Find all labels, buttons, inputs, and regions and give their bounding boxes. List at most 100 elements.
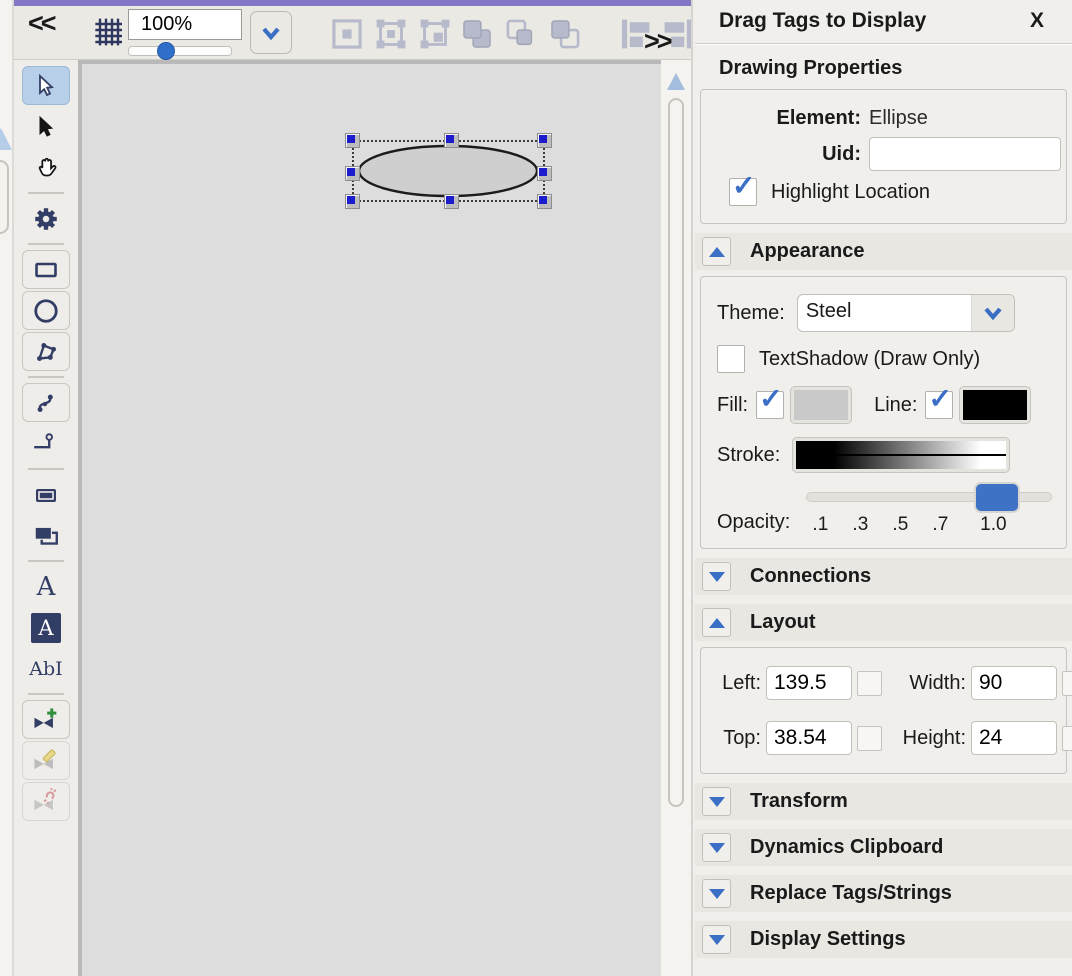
selected-ellipse[interactable] (352, 140, 545, 202)
opacity-tick: .5 (885, 514, 915, 536)
theme-select[interactable]: Steel (797, 294, 1015, 332)
textshadow-checkbox[interactable] (717, 345, 745, 373)
chevron-down-icon (709, 572, 725, 582)
drawing-canvas[interactable] (78, 60, 661, 976)
uid-field[interactable] (869, 137, 1061, 171)
panel-divider (695, 43, 1072, 45)
section-connections[interactable]: Connections (695, 558, 1072, 595)
element-value: Ellipse (869, 107, 928, 130)
resize-handle-top-right[interactable] (537, 133, 552, 148)
left-lock-box[interactable] (857, 671, 882, 696)
tool-palette: A A AbI (14, 60, 78, 976)
group-icon[interactable] (330, 17, 364, 51)
zoom-input[interactable] (128, 9, 242, 40)
tool-pointer[interactable] (22, 107, 70, 146)
height-field[interactable] (971, 721, 1057, 755)
close-icon[interactable]: X (1030, 9, 1044, 33)
collapse-button[interactable] (702, 562, 731, 591)
tool-settings[interactable] (22, 199, 70, 238)
top-lock-box[interactable] (857, 726, 882, 751)
fill-label: Fill: (717, 394, 748, 417)
checkmark-icon: ✓ (759, 385, 782, 413)
line-checkbox[interactable]: ✓ (925, 391, 953, 419)
checkmark-icon: ✓ (928, 385, 951, 413)
collapse-button[interactable] (702, 787, 731, 816)
uid-label: Uid: (709, 143, 869, 166)
line-color-swatch[interactable] (959, 386, 1031, 424)
tool-edit-symbol[interactable] (22, 741, 70, 780)
opacity-tick: .1 (805, 514, 835, 536)
bring-to-front-icon[interactable] (460, 17, 494, 51)
panel-header: Drag Tags to Display X (695, 0, 1072, 37)
width-lock-box[interactable] (1062, 671, 1072, 696)
chevron-up-icon (709, 247, 725, 257)
stroke-style-button[interactable] (792, 437, 1010, 473)
collapse-button[interactable] (702, 237, 731, 266)
top-field[interactable] (766, 721, 852, 755)
opacity-handle[interactable] (974, 482, 1020, 513)
scroll-thumb[interactable] (668, 98, 684, 807)
collapse-button[interactable] (702, 833, 731, 862)
tool-divider (28, 693, 64, 695)
section-display-settings[interactable]: Display Settings (695, 921, 1072, 958)
opacity-slider[interactable]: .1 .3 .5 .7 1.0 (806, 486, 1056, 536)
opacity-tick: 1.0 (978, 514, 1008, 536)
tool-rectangle[interactable] (22, 250, 70, 289)
collapse-button[interactable] (702, 608, 731, 637)
collapse-button[interactable] (702, 879, 731, 908)
tool-text[interactable]: A (22, 567, 70, 606)
collapse-button[interactable] (702, 925, 731, 954)
height-lock-box[interactable] (1062, 726, 1072, 751)
canvas-scrollbar[interactable] (661, 60, 691, 976)
tool-unlink-symbol[interactable] (22, 782, 70, 821)
theme-dropdown-button[interactable] (971, 295, 1014, 331)
tool-select[interactable] (22, 66, 70, 105)
scroll-up-icon[interactable] (667, 73, 685, 90)
section-replace-tags-title: Replace Tags/Strings (750, 882, 952, 905)
resize-handle-top-left[interactable] (345, 133, 360, 148)
section-transform[interactable]: Transform (695, 783, 1072, 820)
left-field[interactable] (766, 666, 852, 700)
zoom-slider-knob[interactable] (157, 42, 175, 60)
resize-handle-middle-right[interactable] (537, 166, 552, 181)
toolbar-expand-button[interactable]: >> (644, 26, 670, 57)
toolbar-collapse-button[interactable]: << (28, 8, 54, 39)
tool-add-symbol[interactable] (22, 700, 70, 739)
resize-handle-bottom-middle[interactable] (444, 194, 459, 209)
tool-text-filled[interactable]: A (22, 608, 70, 647)
tool-connector[interactable] (22, 424, 70, 463)
tool-pan[interactable] (22, 148, 70, 187)
top-toolbar: << (14, 6, 691, 60)
resize-handle-bottom-right[interactable] (537, 194, 552, 209)
zoom-slider[interactable] (128, 46, 232, 56)
bring-forward-icon[interactable] (504, 17, 538, 51)
resize-handle-top-middle[interactable] (444, 133, 459, 148)
section-replace-tags[interactable]: Replace Tags/Strings (695, 875, 1072, 912)
grid-toggle-icon[interactable] (92, 16, 124, 48)
send-to-back-icon[interactable] (548, 17, 582, 51)
section-appearance[interactable]: Appearance (695, 233, 1072, 270)
tool-path[interactable] (22, 383, 70, 422)
section-layout[interactable]: Layout (695, 604, 1072, 641)
width-field[interactable] (971, 666, 1057, 700)
fill-color-swatch[interactable] (790, 386, 852, 424)
resize-handle-bottom-left[interactable] (345, 194, 360, 209)
regroup-icon[interactable] (418, 17, 452, 51)
tool-divider (28, 192, 64, 194)
fill-checkbox[interactable]: ✓ (756, 391, 784, 419)
tool-text-input[interactable]: AbI (22, 649, 70, 688)
tool-divider (28, 468, 64, 470)
tool-shapes-stack[interactable] (22, 516, 70, 555)
highlight-location-checkbox[interactable]: ✓ (729, 178, 757, 206)
section-dynamics-clipboard[interactable]: Dynamics Clipboard (695, 829, 1072, 866)
top-label: Top: (711, 727, 761, 750)
tool-ellipse[interactable] (22, 291, 70, 330)
tool-polygon[interactable] (22, 332, 70, 371)
resize-handle-middle-left[interactable] (345, 166, 360, 181)
ungroup-icon[interactable] (374, 17, 408, 51)
section-dynamics-clipboard-title: Dynamics Clipboard (750, 836, 943, 859)
element-label: Element: (709, 107, 869, 130)
tool-image-box[interactable] (22, 475, 70, 514)
tool-divider (28, 243, 64, 245)
zoom-dropdown-button[interactable] (250, 11, 292, 54)
